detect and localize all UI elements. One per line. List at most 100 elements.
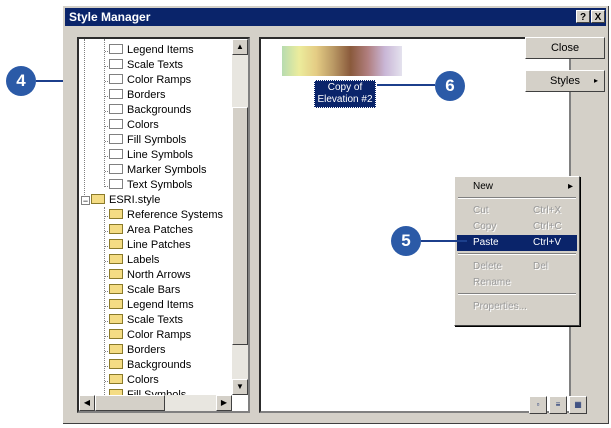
tree-item[interactable]: Marker Symbols: [109, 163, 206, 178]
tree-item-label: Scale Bars: [127, 284, 181, 296]
collapse-toggle-icon[interactable]: −: [81, 196, 90, 206]
tree-item[interactable]: Colors: [109, 118, 159, 133]
step-callout-4: 4: [6, 66, 36, 96]
tree-item-label: Legend Items: [127, 299, 194, 311]
folder-icon: [109, 104, 123, 114]
tree-item[interactable]: Borders: [109, 88, 166, 103]
tree-item-label: Colors: [127, 119, 159, 131]
dropdown-arrow-icon: ▸: [593, 76, 598, 85]
tree-vertical-scrollbar[interactable]: ▲ ▼: [232, 39, 248, 395]
tree-item[interactable]: Line Patches: [109, 238, 191, 253]
folder-icon: [109, 74, 123, 84]
tree-item[interactable]: Area Patches: [109, 223, 193, 238]
menu-shortcut: Ctrl+C: [533, 221, 562, 232]
tree-item-label: Marker Symbols: [127, 164, 207, 176]
menu-separator: [458, 197, 576, 199]
menu-item-new[interactable]: New ▸: [457, 179, 577, 195]
item-label-line2: Elevation #2: [317, 94, 373, 105]
tree-item-label: Borders: [127, 89, 166, 101]
folder-icon: [109, 314, 123, 324]
folder-icon: [109, 119, 123, 129]
menu-shortcut: Del: [533, 261, 549, 272]
tree-item[interactable]: Backgrounds: [109, 103, 191, 118]
tree-item[interactable]: Borders: [109, 343, 166, 358]
tree-item[interactable]: Scale Texts: [109, 58, 183, 73]
menu-item-label: Copy: [473, 221, 497, 232]
item-label-line1: Copy of: [327, 82, 363, 93]
close-button[interactable]: Close: [525, 37, 605, 59]
tree-node-esri-style[interactable]: − ESRI.style: [81, 193, 161, 208]
menu-separator: [458, 253, 576, 255]
menu-shortcut: Ctrl+X: [533, 205, 562, 216]
large-icons-view-icon[interactable]: ▫: [529, 396, 547, 414]
tree-item[interactable]: Color Ramps: [109, 73, 191, 88]
tree-item-label: Backgrounds: [127, 359, 192, 371]
tree-item[interactable]: North Arrows: [109, 268, 191, 283]
folder-icon: [109, 344, 123, 354]
submenu-arrow-icon: ▸: [567, 181, 573, 192]
menu-item-properties[interactable]: Properties...: [457, 299, 577, 315]
tree-item[interactable]: Reference Systems: [109, 208, 223, 223]
menu-item-rename[interactable]: Rename: [457, 275, 577, 291]
selected-item-label[interactable]: Copy of Elevation #2: [314, 80, 376, 108]
folder-icon: [109, 239, 123, 249]
menu-item-delete[interactable]: Delete Del: [457, 259, 577, 275]
styles-button-label: Styles: [550, 75, 580, 87]
menu-item-label: Delete: [473, 261, 502, 272]
menu-separator: [458, 293, 576, 295]
tree-item-label: Colors: [127, 374, 159, 386]
folder-icon: [109, 374, 123, 384]
tree-item[interactable]: Labels: [109, 253, 159, 268]
title-bar: Style Manager ? X: [65, 8, 606, 26]
tree-item[interactable]: Colors: [109, 373, 159, 388]
scroll-down-arrow-icon[interactable]: ▼: [232, 379, 248, 395]
tree-item[interactable]: Scale Bars: [109, 283, 180, 298]
menu-item-label: Paste: [473, 237, 499, 248]
tree-item-label: North Arrows: [127, 269, 191, 281]
menu-item-copy[interactable]: Copy Ctrl+C: [457, 219, 577, 235]
tree-item[interactable]: Fill Symbols: [109, 133, 186, 148]
h-scroll-thumb[interactable]: [95, 395, 165, 411]
menu-item-label: Properties...: [473, 301, 527, 312]
scroll-right-arrow-icon[interactable]: ▶: [216, 395, 232, 411]
folder-icon: [109, 284, 123, 294]
menu-item-paste[interactable]: Paste Ctrl+V: [457, 235, 577, 251]
scroll-thumb[interactable]: [232, 107, 248, 345]
step-callout-6: 6: [435, 71, 465, 101]
folder-icon: [109, 134, 123, 144]
tree-item-label: Text Symbols: [127, 179, 193, 191]
help-button[interactable]: ?: [576, 10, 590, 23]
menu-item-label: Rename: [473, 277, 511, 288]
menu-shortcut: Ctrl+V: [533, 237, 562, 248]
folder-icon: [109, 164, 123, 174]
folder-icon: [109, 359, 123, 369]
tree-horizontal-scrollbar[interactable]: ◀ ▶: [79, 395, 232, 411]
styles-button[interactable]: Styles ▸: [525, 70, 605, 92]
scroll-left-arrow-icon[interactable]: ◀: [79, 395, 95, 411]
tree-item[interactable]: Scale Texts: [109, 313, 183, 328]
list-view-icon[interactable]: ≡: [549, 396, 567, 414]
tree-item[interactable]: Backgrounds: [109, 358, 191, 373]
tree-item[interactable]: Line Symbols: [109, 148, 193, 163]
style-tree-view[interactable]: Legend Items Scale Texts Color Ramps Border…: [77, 37, 250, 413]
folder-icon: [109, 254, 123, 264]
tree-item[interactable]: Text Symbols: [109, 178, 192, 193]
folder-icon: [91, 194, 105, 204]
callout-5-leader: [421, 240, 467, 242]
scroll-up-arrow-icon[interactable]: ▲: [232, 39, 248, 55]
tree-item[interactable]: Color Ramps: [109, 328, 191, 343]
details-view-icon[interactable]: ▦: [569, 396, 587, 414]
tree-item-label: Legend Items: [127, 44, 194, 56]
tree-item[interactable]: Legend Items: [109, 43, 194, 58]
color-ramp-swatch[interactable]: [282, 46, 402, 76]
tree-item-label: ESRI.style: [109, 194, 161, 206]
tree-item-label: Scale Texts: [127, 314, 184, 326]
folder-icon: [109, 269, 123, 279]
tree-item[interactable]: Legend Items: [109, 298, 194, 313]
menu-item-label: Cut: [473, 205, 489, 216]
folder-icon: [109, 329, 123, 339]
close-window-button[interactable]: X: [591, 10, 605, 23]
folder-icon: [109, 209, 123, 219]
menu-item-cut[interactable]: Cut Ctrl+X: [457, 203, 577, 219]
tree-item-label: Line Symbols: [127, 149, 194, 161]
